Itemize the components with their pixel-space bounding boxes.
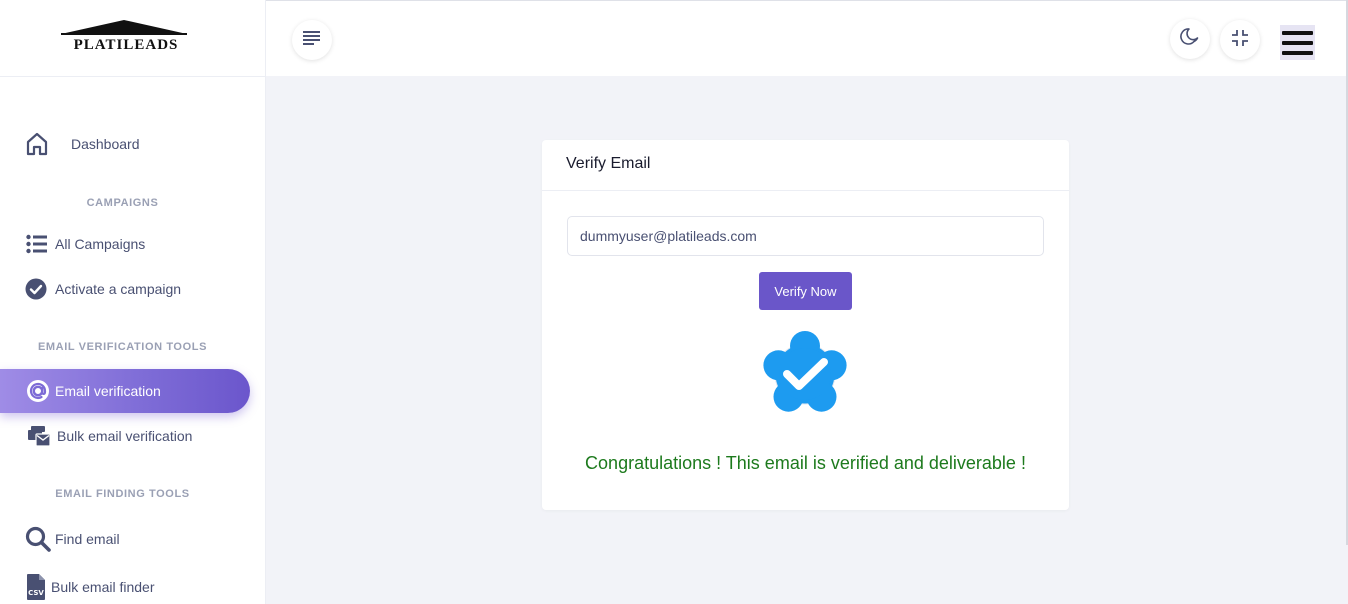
verify-now-button[interactable]: Verify Now bbox=[759, 272, 852, 310]
menu-lines-icon bbox=[303, 30, 321, 50]
email-input[interactable] bbox=[567, 216, 1044, 256]
topbar bbox=[266, 0, 1348, 76]
section-title-email-finding-tools: EMAIL FINDING TOOLS bbox=[55, 488, 190, 500]
search-icon bbox=[25, 526, 51, 552]
success-message: Congratulations ! This email is verified… bbox=[585, 453, 1026, 473]
csv-file-icon: CSV bbox=[26, 573, 46, 601]
sidebar-item-label: Find email bbox=[55, 531, 120, 547]
svg-text:CSV: CSV bbox=[28, 589, 44, 597]
sidebar: PLATILEADS Dashboard CAMPAIGNS All Campa… bbox=[0, 0, 266, 604]
verified-badge-icon bbox=[760, 329, 850, 419]
hamburger-line bbox=[1282, 40, 1313, 45]
logo-roof-shape bbox=[61, 20, 187, 34]
sidebar-item-all-campaigns[interactable]: All Campaigns bbox=[26, 234, 145, 254]
compress-icon bbox=[1230, 28, 1250, 53]
sidebar-item-email-verification[interactable]: Email verification bbox=[0, 369, 250, 413]
sidebar-item-label: Bulk email verification bbox=[57, 428, 193, 444]
list-icon bbox=[26, 234, 48, 254]
sidebar-item-label: All Campaigns bbox=[55, 236, 146, 252]
sidebar-item-activate-campaign[interactable]: Activate a campaign bbox=[25, 278, 181, 300]
sidebar-item-dashboard[interactable]: Dashboard bbox=[25, 131, 140, 157]
sidebar-item-bulk-email-finder[interactable]: CSV Bulk email finder bbox=[26, 573, 155, 601]
logo-text: PLATILEADS bbox=[73, 37, 179, 53]
logo-roof-base bbox=[61, 33, 187, 35]
mail-bulk-icon bbox=[27, 425, 51, 447]
hamburger-icon[interactable] bbox=[1280, 25, 1315, 60]
home-icon bbox=[25, 131, 49, 157]
dark-mode-button[interactable] bbox=[1170, 19, 1210, 59]
brand-logo[interactable]: PLATILEADS bbox=[0, 0, 265, 77]
sidebar-item-label: Activate a campaign bbox=[55, 281, 182, 297]
hamburger-line bbox=[1282, 50, 1313, 55]
sidebar-item-find-email[interactable]: Find email bbox=[25, 526, 120, 552]
verify-email-card: Verify Email Verify Now Congratulations … bbox=[542, 140, 1069, 510]
menu-toggle-button[interactable] bbox=[292, 20, 332, 60]
sidebar-item-bulk-email-verification[interactable]: Bulk email verification bbox=[27, 425, 192, 447]
card-title: Verify Email bbox=[542, 140, 1069, 191]
check-circle-icon bbox=[25, 278, 47, 300]
sidebar-item-label: Email verification bbox=[55, 383, 161, 399]
moon-icon bbox=[1180, 27, 1200, 52]
fullscreen-toggle-button[interactable] bbox=[1220, 20, 1260, 60]
sidebar-item-label: Bulk email finder bbox=[51, 579, 155, 595]
at-sign-icon bbox=[26, 379, 50, 403]
hamburger-line bbox=[1282, 30, 1313, 35]
section-title-campaigns: CAMPAIGNS bbox=[86, 197, 159, 209]
sidebar-item-label: Dashboard bbox=[71, 136, 140, 152]
section-title-email-verification-tools: EMAIL VERIFICATION TOOLS bbox=[37, 341, 208, 353]
